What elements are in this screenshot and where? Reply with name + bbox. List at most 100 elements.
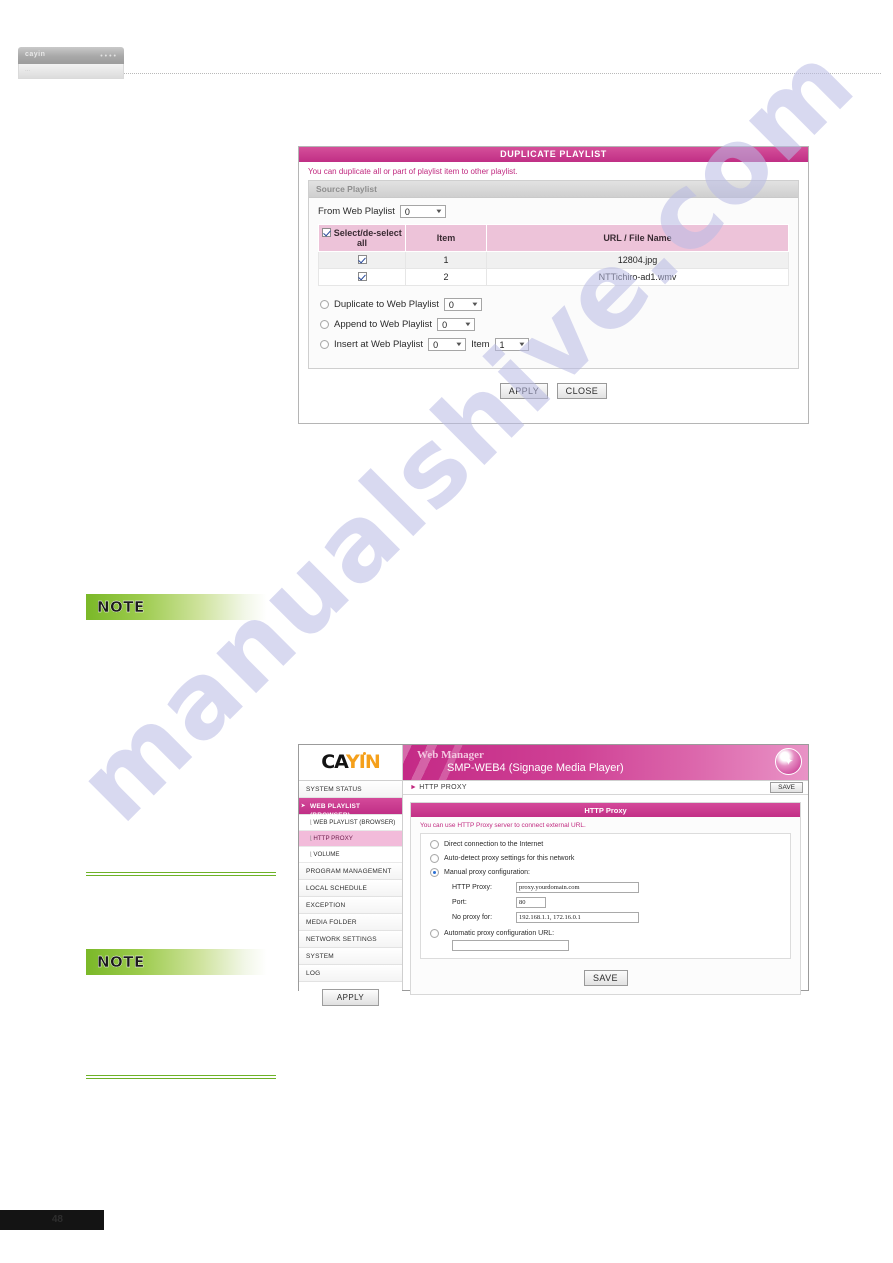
logo-text-dark: CA <box>321 751 347 773</box>
source-playlist-section-header: Source Playlist <box>309 181 798 198</box>
sidebar-apply-wrapper: APPLY <box>299 982 402 1013</box>
dialog-title: DUPLICATE PLAYLIST <box>299 147 808 162</box>
sidebar-subitem-label: HTTP PROXY <box>313 835 353 842</box>
destination-options-group: Duplicate to Web Playlist 0 ▼ Append to … <box>309 286 798 368</box>
append-to-playlist-value: 0 <box>442 319 448 330</box>
note-label: NOTE <box>97 953 145 971</box>
automatic-proxy-url-input[interactable] <box>452 940 569 951</box>
sidebar-subitem-label: WEB PLAYLIST (BROWSER) <box>313 819 396 826</box>
table-header-row: Select/de-select all Item URL / File Nam… <box>318 224 789 252</box>
row-file-name: NTTichiro-ad1.wmv <box>486 268 789 286</box>
page-footer-bar: 48 <box>0 1210 104 1230</box>
http-proxy-field-row: HTTP Proxy: proxy.yourdomain.com <box>452 882 790 893</box>
banner-subtitle: SMP-WEB4 (Signage Media Player) <box>447 762 624 774</box>
automatic-proxy-url-radio[interactable] <box>430 929 439 938</box>
append-to-playlist-select[interactable]: 0 ▼ <box>437 318 476 331</box>
sidebar-item-network-settings[interactable]: NETWORK SETTINGS <box>299 931 402 948</box>
banner-title: Web Manager <box>417 749 484 761</box>
proxy-options-box: Direct connection to the Internet Auto-d… <box>420 833 791 959</box>
insert-at-playlist-radio[interactable] <box>320 340 329 349</box>
from-web-playlist-label: From Web Playlist <box>318 206 395 217</box>
chevron-down-icon: ▼ <box>470 301 480 308</box>
url-filename-column-header: URL / File Name <box>486 224 789 252</box>
sidebar-item-program-management[interactable]: PROGRAM MANAGEMENT <box>299 863 402 880</box>
insert-at-playlist-select[interactable]: 0 ▼ <box>428 338 467 351</box>
cayin-logo: CAYIN <box>321 751 381 773</box>
sidebar-item-local-schedule[interactable]: LOCAL SCHEDULE <box>299 880 402 897</box>
sidebar-item-web-playlist-browser[interactable]: WEB PLAYLIST (BROWSER) <box>299 798 402 819</box>
no-proxy-input[interactable]: 192.168.1.1, 172.16.0.1 <box>516 912 639 923</box>
automatic-proxy-url-label: Automatic proxy configuration URL: <box>444 930 555 937</box>
no-proxy-field-row: No proxy for: 192.168.1.1, 172.16.0.1 <box>452 912 790 923</box>
wizard-star-icon[interactable]: ✦ <box>775 748 802 775</box>
breadcrumb-label: HTTP PROXY <box>419 784 467 791</box>
web-manager-header: CAYIN Web Manager SMP-WEB4 (Signage Medi… <box>299 745 808 781</box>
insert-item-select[interactable]: 1 ▼ <box>494 338 529 351</box>
row-file-name: 12804.jpg <box>486 251 789 269</box>
browser-content-area: ... <box>18 64 124 79</box>
http-proxy-label: HTTP Proxy: <box>452 884 492 891</box>
duplicate-to-playlist-option[interactable]: Duplicate to Web Playlist 0 ▼ <box>320 298 798 311</box>
sidebar-apply-button[interactable]: APPLY <box>321 989 380 1006</box>
breadcrumb-bar: ► HTTP PROXY SAVE <box>403 781 808 795</box>
panel-save-button[interactable]: SAVE <box>583 970 628 986</box>
duplicate-playlist-dialog: DUPLICATE PLAYLIST You can duplicate all… <box>298 146 809 424</box>
browser-content-text: ... <box>25 67 31 73</box>
insert-at-playlist-option[interactable]: Insert at Web Playlist 0 ▼ Item 1 ▼ <box>320 338 798 351</box>
manual-proxy-option[interactable]: Manual proxy configuration: <box>430 868 790 877</box>
cayin-logo-cell: CAYIN <box>299 745 403 781</box>
http-proxy-input[interactable]: proxy.yourdomain.com <box>516 882 639 893</box>
chevron-down-icon: ▼ <box>463 321 473 328</box>
select-all-checkbox[interactable] <box>322 228 332 237</box>
auto-detect-proxy-radio[interactable] <box>430 854 439 863</box>
direct-connection-label: Direct connection to the Internet <box>444 841 544 848</box>
table-row: 2 NTTichiro-ad1.wmv <box>318 268 789 286</box>
web-manager-window: CAYIN Web Manager SMP-WEB4 (Signage Medi… <box>298 744 809 1013</box>
port-input[interactable]: 80 <box>516 897 546 908</box>
from-web-playlist-select[interactable]: 0 ▼ <box>399 205 446 218</box>
direct-connection-radio[interactable] <box>430 840 439 849</box>
direct-connection-option[interactable]: Direct connection to the Internet <box>430 840 790 849</box>
append-to-playlist-radio[interactable] <box>320 320 329 329</box>
append-to-playlist-option[interactable]: Append to Web Playlist 0 ▼ <box>320 318 798 331</box>
apply-button[interactable]: APPLY <box>499 383 549 399</box>
sidebar: SYSTEM STATUS WEB PLAYLIST (BROWSER) ⌊WE… <box>299 781 403 1013</box>
insert-item-value: 1 <box>499 339 505 350</box>
dialog-action-bar: APPLY CLOSE <box>299 369 808 399</box>
no-proxy-label: No proxy for: <box>452 914 493 921</box>
top-save-button[interactable]: SAVE <box>770 782 803 793</box>
sidebar-item-exception[interactable]: EXCEPTION <box>299 897 402 914</box>
automatic-proxy-url-option[interactable]: Automatic proxy configuration URL: <box>430 929 790 938</box>
breadcrumb-arrow-icon: ► <box>410 784 418 791</box>
auto-detect-proxy-option[interactable]: Auto-detect proxy settings for this netw… <box>430 854 790 863</box>
dialog-body: Source Playlist From Web Playlist 0 ▼ Se… <box>308 180 799 369</box>
manual-proxy-label: Manual proxy configuration: <box>444 869 530 876</box>
sidebar-item-media-folder[interactable]: MEDIA FOLDER <box>299 914 402 931</box>
row-checkbox-cell[interactable] <box>318 268 406 286</box>
insert-at-playlist-value: 0 <box>433 339 439 350</box>
sidebar-subitem-http-proxy[interactable]: ⌊HTTP PROXY <box>299 831 402 847</box>
duplicate-to-playlist-select[interactable]: 0 ▼ <box>443 298 482 311</box>
playlist-items-table: Select/de-select all Item URL / File Nam… <box>318 224 789 286</box>
select-all-label: Select/de-select all <box>333 228 402 248</box>
page-number: 48 <box>51 1214 63 1225</box>
select-all-header[interactable]: Select/de-select all <box>318 224 406 252</box>
sidebar-item-log[interactable]: LOG <box>299 965 402 982</box>
manual-proxy-radio[interactable] <box>430 868 439 877</box>
note-banner: NOTE <box>86 594 267 620</box>
port-label: Port: <box>452 899 467 906</box>
close-button[interactable]: CLOSE <box>556 383 608 399</box>
sidebar-item-system[interactable]: SYSTEM <box>299 948 402 965</box>
green-divider <box>86 1075 276 1079</box>
row-checkbox-cell[interactable] <box>318 251 406 269</box>
content-area: ► HTTP PROXY SAVE HTTP Proxy You can use … <box>403 781 808 995</box>
sidebar-subitem-volume[interactable]: ⌊VOLUME <box>299 847 402 863</box>
row-checkbox[interactable] <box>357 272 367 281</box>
dialog-hint-text: You can duplicate all or part of playlis… <box>308 167 518 176</box>
browser-chrome-thumbnail: cayin •••• ... <box>18 47 124 79</box>
duplicate-to-playlist-radio[interactable] <box>320 300 329 309</box>
row-checkbox[interactable] <box>357 255 367 264</box>
item-column-header: Item <box>405 224 487 252</box>
chevron-down-icon: ▼ <box>454 341 464 348</box>
sidebar-item-system-status[interactable]: SYSTEM STATUS <box>299 781 402 798</box>
